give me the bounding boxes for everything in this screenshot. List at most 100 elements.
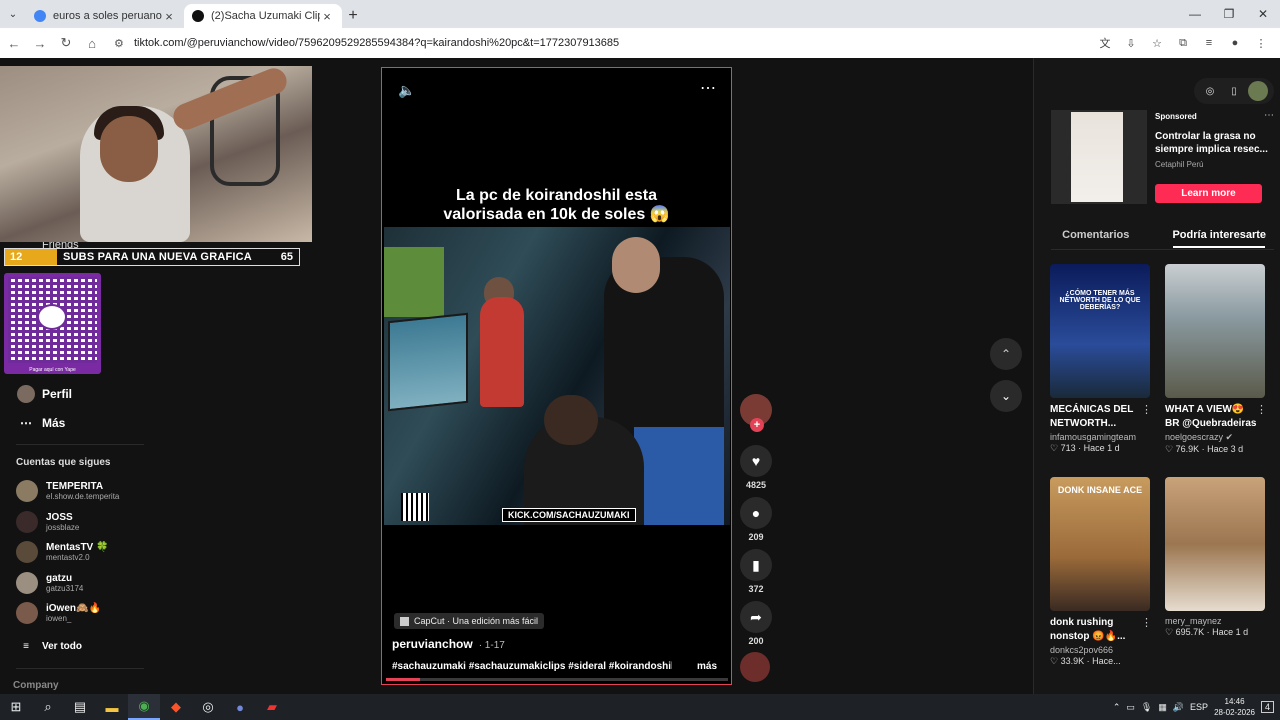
windows-start-icon[interactable]: ⊞	[0, 694, 32, 720]
follow-plus-icon[interactable]: +	[750, 418, 764, 432]
profile-icon[interactable]: ●	[1224, 33, 1246, 53]
video-more-icon[interactable]: ⋯	[700, 78, 717, 98]
card-title: WHAT A VIEW😍 BR @Quebradeiras	[1165, 403, 1260, 431]
windows-taskbar: ⊞ ⌕ ▤ ▬ ◉ ◆ ◎ ● ▰ ⌃ ▭ 🎙 ▦ 🔊 ESP 14:46 28…	[0, 694, 1280, 720]
card-menu-icon[interactable]: ⋮	[1256, 403, 1267, 416]
following-item[interactable]: MentasTV 🍀 mentastv2.0	[16, 541, 108, 563]
maximize-icon[interactable]: ❐	[1212, 0, 1246, 28]
following-item[interactable]: JOSS jossblaze	[16, 511, 79, 533]
obs-icon[interactable]: ◎	[192, 694, 224, 720]
system-tray: ⌃ ▭ 🎙 ▦ 🔊 ESP 14:46 28-02-2026 4	[1113, 694, 1280, 720]
tab-search-icon[interactable]: ⌄	[0, 0, 26, 28]
volume-icon[interactable]: 🔈	[398, 82, 415, 99]
mic-icon[interactable]: 🎙	[1141, 702, 1152, 713]
yape-logo	[37, 304, 67, 330]
scroll-up-button[interactable]: ⌃	[990, 338, 1022, 370]
extensions-icon[interactable]: ⧉	[1172, 33, 1194, 53]
translate-icon[interactable]: 文	[1094, 33, 1116, 53]
card-meta: ♡ 695.7K · Hace 1 d	[1165, 627, 1249, 637]
like-button[interactable]: ♥ 4825	[740, 445, 772, 490]
avatar	[16, 511, 38, 533]
see-all-link[interactable]: ≡ Ver todo	[16, 636, 82, 656]
clock[interactable]: 14:46 28-02-2026	[1214, 696, 1255, 718]
browser-tab-1[interactable]: euros a soles peruanos - Buscar ×	[26, 4, 184, 28]
file-explorer-icon[interactable]: ▬	[96, 694, 128, 720]
camera-icon[interactable]: ▭	[1126, 702, 1135, 713]
new-tab-button[interactable]: +	[342, 4, 364, 28]
discord-icon[interactable]: ●	[224, 694, 256, 720]
more-link[interactable]: más	[697, 661, 717, 672]
forward-icon[interactable]: →	[28, 36, 52, 51]
share-button[interactable]: ➦ 200	[740, 601, 772, 646]
site-info-icon[interactable]: ⚙	[114, 37, 130, 50]
suggested-video-card[interactable]: mery_maynez ♡ 695.7K · Hace 1 d	[1165, 477, 1267, 638]
heart-icon: ♥	[740, 445, 772, 477]
author-link[interactable]: peruvianchow	[392, 637, 473, 651]
close-tab-icon[interactable]: ×	[320, 9, 334, 24]
user-avatar[interactable]	[1248, 81, 1268, 101]
nav-more[interactable]: ⋯ Más	[16, 413, 65, 433]
comment-icon: ●	[740, 497, 772, 529]
close-tab-icon[interactable]: ×	[162, 9, 176, 24]
close-window-icon[interactable]: ✕	[1246, 0, 1280, 28]
following-item[interactable]: iOwen🙈🔥 iowen_	[16, 602, 101, 624]
tabs-divider	[1051, 249, 1274, 250]
tab-comments[interactable]: Comentarios	[1034, 226, 1158, 250]
music-disc[interactable]	[740, 652, 770, 682]
right-tabs: Comentarios Podría interesarte	[1034, 226, 1280, 250]
capcut-badge[interactable]: CapCut · Una edición más fácil	[394, 613, 545, 629]
qr-caption: Pagar aquí con Yape	[29, 367, 76, 373]
streaming-app-icon[interactable]: ▰	[256, 694, 288, 720]
language-indicator[interactable]: ESP	[1190, 702, 1208, 712]
suggested-video-card[interactable]: WHAT A VIEW😍 BR @Quebradeiras ⋮ noelgoesc…	[1165, 264, 1267, 455]
card-menu-icon[interactable]: ⋮	[1141, 616, 1152, 629]
nav-profile-label: Perfil	[42, 387, 73, 401]
media-icon[interactable]: ≡	[1198, 33, 1220, 53]
notifications-icon[interactable]: 4	[1260, 701, 1274, 713]
device-icon[interactable]: ▯	[1224, 81, 1244, 101]
action-rail: +	[738, 394, 774, 432]
following-title: Cuentas que sigues	[16, 457, 111, 468]
video-progress-bar[interactable]	[386, 678, 728, 681]
explore-icon[interactable]: ◎	[1200, 81, 1220, 101]
suggested-video-card[interactable]: DONK INSANE ACE donk rushing nonstop 😡🔥.…	[1050, 477, 1152, 667]
tray-overflow-icon[interactable]: ⌃	[1113, 702, 1121, 713]
url-input[interactable]: ⚙ tiktok.com/@peruvianchow/video/7596209…	[114, 31, 1114, 55]
minimize-icon[interactable]: —	[1178, 0, 1212, 28]
nav-profile[interactable]: Perfil	[16, 384, 72, 404]
browser-tab-2[interactable]: (2)Sacha Uzumaki Clips: Highlig ×	[184, 4, 342, 28]
sponsored-ad[interactable]: Sponsored ⋯ Controlar la grasa no siempr…	[1051, 108, 1276, 208]
brave-icon[interactable]: ◆	[160, 694, 192, 720]
card-user: donkcs2pov666	[1050, 645, 1114, 655]
card-menu-icon[interactable]: ⋮	[1141, 403, 1152, 416]
install-app-icon[interactable]: ⇩	[1120, 33, 1142, 53]
avatar	[16, 480, 38, 502]
author-avatar[interactable]: +	[740, 394, 772, 432]
home-icon[interactable]: ⌂	[80, 36, 104, 51]
ad-image	[1051, 110, 1147, 204]
following-item[interactable]: gatzu gatzu3174	[16, 572, 83, 594]
task-view-icon[interactable]: ▤	[64, 694, 96, 720]
video-player[interactable]: 🔈 ⋯ La pc de koirandoshil esta valorisad…	[381, 67, 732, 685]
tab-suggested[interactable]: Podría interesarte	[1158, 226, 1280, 250]
bookmark-star-icon[interactable]: ☆	[1146, 33, 1168, 53]
volume-tray-icon[interactable]: 🔊	[1173, 702, 1184, 713]
suggested-video-card[interactable]: ¿CÓMO TENER MÁS NETWORTH DE LO QUE DEBER…	[1050, 264, 1152, 454]
comment-button[interactable]: ● 209	[740, 497, 772, 542]
network-icon[interactable]: ▦	[1158, 702, 1167, 713]
video-hashtags[interactable]: #sachauzumaki #sachauzumakiclips #sidera…	[392, 661, 672, 672]
browser-tab-bar: ⌄ euros a soles peruanos - Buscar × (2)S…	[0, 0, 1280, 28]
following-handle: mentastv2.0	[46, 553, 90, 562]
back-icon[interactable]: ←	[2, 36, 26, 51]
scroll-down-button[interactable]: ⌄	[990, 380, 1022, 412]
search-icon[interactable]: ⌕	[32, 694, 64, 720]
following-item[interactable]: TEMPERITA el.show.de.temperita	[16, 480, 119, 502]
chrome-icon[interactable]: ◉	[128, 694, 160, 720]
share-icon: ➦	[740, 601, 772, 633]
ad-menu-icon[interactable]: ⋯	[1264, 110, 1274, 121]
learn-more-button[interactable]: Learn more	[1155, 184, 1262, 203]
menu-icon[interactable]: ⋮	[1250, 33, 1272, 53]
reload-icon[interactable]: ↻	[54, 35, 78, 51]
thumbnail-text: DONK INSANE ACE	[1057, 485, 1143, 495]
save-button[interactable]: ▮ 372	[740, 549, 772, 594]
